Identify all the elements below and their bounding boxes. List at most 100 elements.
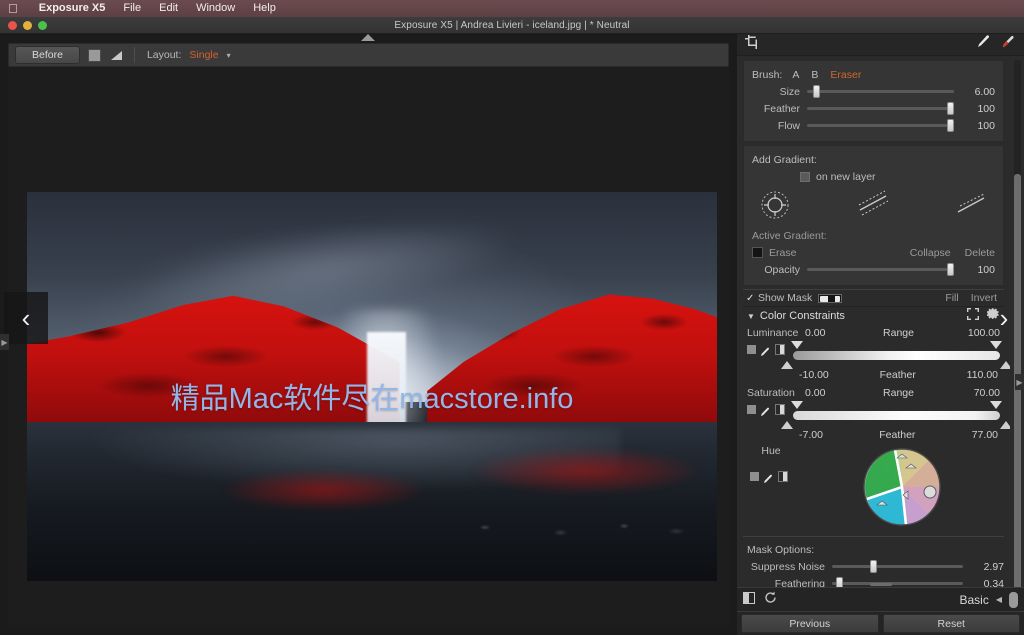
feathering-label: Feathering xyxy=(743,578,825,588)
slider-knob[interactable] xyxy=(947,263,954,276)
split-square-icon[interactable] xyxy=(778,471,788,482)
luminance-range-label: Range xyxy=(849,327,948,339)
menu-item-help[interactable]: Help xyxy=(244,0,285,17)
previous-image-button[interactable]: ‹ xyxy=(4,292,48,344)
hue-wheel-icon[interactable] xyxy=(862,447,942,532)
luminance-range-bar[interactable] xyxy=(793,351,1000,360)
brush-option-a[interactable]: A xyxy=(792,69,799,81)
macos-menubar:  Exposure X5 File Edit Window Help xyxy=(0,0,1024,17)
radial-gradient-icon[interactable] xyxy=(758,188,794,224)
feather-min-handle[interactable] xyxy=(781,421,793,429)
square-icon[interactable] xyxy=(750,472,759,481)
feathering-slider[interactable] xyxy=(832,582,963,585)
luminance-range-slider[interactable] xyxy=(793,339,1000,360)
eyedropper-icon[interactable] xyxy=(763,471,774,482)
delete-button[interactable]: Delete xyxy=(965,247,995,259)
show-mask-label: Show Mask xyxy=(758,292,812,304)
linear-gradient-icon[interactable] xyxy=(856,188,892,224)
window-titlebar: Exposure X5 | Andrea Livieri - iceland.j… xyxy=(0,17,1024,34)
slider-knob[interactable] xyxy=(870,560,877,573)
red-reflection xyxy=(220,469,427,510)
photo-preview[interactable]: 精品Mac软件尽在macstore.info xyxy=(27,192,717,581)
expand-icon[interactable] xyxy=(967,307,979,325)
slider-knob[interactable] xyxy=(813,85,820,98)
triangle-right-icon: ▶ xyxy=(1,338,7,347)
panel-collapse-caret-icon[interactable] xyxy=(361,34,375,41)
range-max-handle[interactable] xyxy=(990,401,1002,409)
feather-min-handle[interactable] xyxy=(781,361,793,369)
opacity-label: Opacity xyxy=(752,264,800,276)
menu-item-file[interactable]: File xyxy=(114,0,150,17)
opacity-slider-row: Opacity 100 xyxy=(752,261,995,278)
mask-swatch-icon[interactable] xyxy=(818,294,842,303)
on-new-layer-row[interactable]: on new layer xyxy=(752,168,995,185)
erase-checkbox[interactable] xyxy=(752,247,763,258)
split-square-icon[interactable] xyxy=(775,344,785,355)
opacity-slider[interactable] xyxy=(807,268,954,271)
feather-max-handle[interactable] xyxy=(1000,421,1010,429)
reset-button[interactable]: Reset xyxy=(883,614,1021,633)
mask-options-block: Mask Options: Suppress Noise 2.97 Feathe… xyxy=(743,536,1004,587)
brush-flow-slider-row: Flow 100 xyxy=(752,117,995,134)
preset-prev-caret-icon[interactable]: ◀ xyxy=(996,595,1002,604)
eraser-icon[interactable] xyxy=(976,35,991,54)
brush-icon[interactable] xyxy=(1001,35,1016,54)
brush-feather-slider[interactable] xyxy=(807,107,954,110)
range-min-handle[interactable] xyxy=(791,341,803,349)
menu-item-edit[interactable]: Edit xyxy=(150,0,187,17)
brush-option-eraser[interactable]: Eraser xyxy=(830,69,861,81)
menu-item-window[interactable]: Window xyxy=(187,0,244,17)
chevron-down-icon[interactable]: ▾ xyxy=(227,51,231,60)
erase-label: Erase xyxy=(769,247,796,259)
slider-knob[interactable] xyxy=(947,102,954,115)
feather-max-handle[interactable] xyxy=(1000,361,1010,369)
brush-option-b[interactable]: B xyxy=(811,69,818,81)
range-min-handle[interactable] xyxy=(791,401,803,409)
brush-size-slider[interactable] xyxy=(807,90,954,93)
saturation-feather-max: 77.00 xyxy=(972,429,998,441)
hue-icons xyxy=(743,457,795,482)
saturation-feather-label: Feather xyxy=(879,429,915,441)
application-body: Before Layout: Single ▾ xyxy=(0,34,1024,635)
eyedropper-icon[interactable] xyxy=(760,404,771,415)
collapse-caret-icon[interactable]: ▼ xyxy=(747,312,755,321)
menu-item-exposure-x5[interactable]: Exposure X5 xyxy=(30,0,115,17)
color-constraints-header[interactable]: ▼ Color Constraints xyxy=(743,307,1004,325)
square-icon[interactable] xyxy=(747,405,756,414)
luminance-feather-min: -10.00 xyxy=(799,369,829,381)
right-edge-collapse-tab[interactable]: ▶ xyxy=(1015,374,1024,390)
luminance-label: Luminance xyxy=(747,327,797,339)
collapse-button[interactable]: Collapse xyxy=(910,247,951,259)
on-new-layer-checkbox[interactable] xyxy=(800,172,810,182)
layout-value[interactable]: Single xyxy=(189,49,218,61)
active-gradient-row: Active Gradient: xyxy=(752,227,995,244)
panel-resize-grip[interactable] xyxy=(870,583,892,586)
previous-button[interactable]: Previous xyxy=(741,614,879,633)
fill-button[interactable]: Fill xyxy=(945,292,958,304)
half-gradient-icon[interactable] xyxy=(953,188,989,224)
crop-icon[interactable] xyxy=(745,35,759,54)
wedge-icon[interactable] xyxy=(111,51,122,60)
before-button[interactable]: Before xyxy=(15,46,80,64)
show-mask-checkbox[interactable]: ✓ xyxy=(746,293,758,304)
square-icon[interactable] xyxy=(88,49,101,62)
split-square-icon[interactable] xyxy=(775,404,785,415)
left-edge-expand-tab[interactable]: ▶ xyxy=(0,334,9,350)
slider-knob[interactable] xyxy=(836,577,843,587)
action-buttons-row: Previous Reset xyxy=(737,612,1024,635)
brush-flow-slider[interactable] xyxy=(807,124,954,127)
square-icon[interactable] xyxy=(747,345,756,354)
next-image-button[interactable]: › xyxy=(982,292,1024,344)
preset-scroll-handle[interactable] xyxy=(1009,592,1018,608)
split-view-icon[interactable] xyxy=(743,591,756,609)
apple-logo-icon[interactable]:  xyxy=(8,2,18,15)
canvas-area[interactable]: 精品Mac软件尽在macstore.info xyxy=(8,67,729,627)
refresh-icon[interactable] xyxy=(764,591,777,609)
saturation-range-slider[interactable] xyxy=(793,399,1000,420)
brush-feather-label: Feather xyxy=(752,103,800,115)
eyedropper-icon[interactable] xyxy=(760,344,771,355)
suppress-noise-slider[interactable] xyxy=(832,565,963,568)
preset-label[interactable]: Basic xyxy=(960,593,989,607)
slider-knob[interactable] xyxy=(947,119,954,132)
saturation-range-bar[interactable] xyxy=(793,411,1000,420)
